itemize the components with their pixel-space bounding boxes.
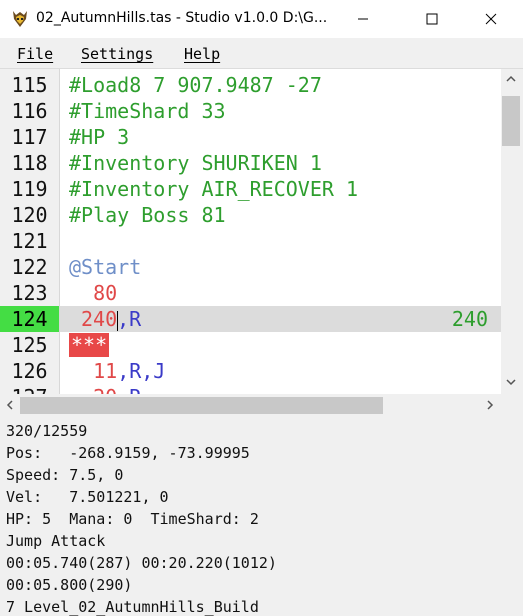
vertical-scroll-thumb[interactable]: [502, 96, 520, 146]
line-code: #Load8 7 907.9487 -27: [69, 73, 322, 97]
total-frames: 240: [451, 307, 488, 331]
minimize-button[interactable]: [340, 0, 386, 38]
horizontal-scroll-thumb[interactable]: [20, 397, 383, 414]
velocity-readout: Vel: 7.501221, 0: [6, 488, 169, 506]
frame-counter: 320/12559: [6, 422, 88, 440]
line-number: 123: [11, 281, 48, 305]
editor-line[interactable]: 122 @Start: [0, 254, 501, 280]
editor-line[interactable]: 120 #Play Boss 81: [0, 202, 501, 228]
line-number: 122: [11, 255, 48, 279]
line-number: 125: [11, 333, 48, 357]
frame-count: 11: [93, 359, 118, 383]
line-number: 116: [11, 99, 48, 123]
line-code: #HP 3: [69, 125, 130, 149]
menu-help[interactable]: Help: [184, 45, 220, 63]
player-state: Jump Attack: [6, 532, 106, 550]
editor-line[interactable]: 125 ***: [0, 332, 501, 358]
label-start: @Start: [69, 255, 142, 279]
status-panel: 320/12559 Pos: -268.9159, -73.99995 Spee…: [0, 418, 523, 616]
editor-line[interactable]: 115 #Load8 7 907.9487 -27: [0, 72, 501, 98]
editor-line[interactable]: 116 #TimeShard 33: [0, 98, 501, 124]
input-actions: ,R,J: [117, 359, 166, 383]
input-actions: ,R: [117, 385, 141, 394]
close-button[interactable]: [468, 0, 514, 38]
line-number: 115: [11, 73, 48, 97]
scroll-left-icon[interactable]: [5, 399, 15, 411]
line-number: 118: [11, 151, 48, 175]
editor-line[interactable]: 121: [0, 228, 501, 254]
line-number: 119: [11, 177, 48, 201]
menu-bar: File Settings Help: [0, 38, 523, 68]
maximize-icon: [426, 13, 438, 25]
line-code: #Inventory AIR_RECOVER 1: [69, 177, 358, 201]
editor-line[interactable]: 127 20,R: [0, 384, 501, 394]
minimize-icon: [358, 18, 368, 20]
editor-line[interactable]: 117 #HP 3: [0, 124, 501, 150]
scroll-up-icon[interactable]: [505, 74, 517, 84]
line-number: 117: [11, 125, 48, 149]
editor-line[interactable]: 119 #Inventory AIR_RECOVER 1: [0, 176, 501, 202]
timer-readout: 00:05.740(287) 00:20.220(1012): [6, 554, 277, 572]
scrollbar-corner: [501, 394, 523, 416]
menu-settings[interactable]: Settings: [81, 45, 153, 63]
position-readout: Pos: -268.9159, -73.99995: [6, 444, 250, 462]
code-editor[interactable]: 115 #Load8 7 907.9487 -27 116 #TimeShard…: [0, 69, 501, 394]
window-title: 02_AutumnHills.tas - Studio v1.0.0 D:\G.…: [36, 10, 328, 26]
line-number: 127: [0, 384, 59, 394]
line-number: 120: [11, 203, 48, 227]
scroll-down-icon[interactable]: [505, 377, 517, 387]
line-code: 240,R: [81, 306, 141, 332]
chapter-timer: 00:05.800(290): [6, 576, 133, 594]
editor-line[interactable]: 126 11,R,J: [0, 358, 501, 384]
scroll-right-icon[interactable]: [485, 399, 495, 411]
line-code: #Play Boss 81: [69, 203, 226, 227]
line-number: 126: [11, 359, 48, 383]
frame-count: 80: [93, 281, 118, 305]
line-code: ***: [69, 332, 110, 358]
stats-readout: HP: 5 Mana: 0 TimeShard: 2: [6, 510, 259, 528]
editor-line-current[interactable]: 124 240,R 240: [0, 306, 501, 332]
input-actions: ,R: [117, 307, 142, 331]
app-icon: [13, 11, 27, 27]
line-code: 20,R: [69, 384, 141, 394]
line-code: #Inventory SHURIKEN 1: [69, 151, 322, 175]
frame-count: 20: [93, 385, 117, 394]
line-code: 11,R,J: [69, 358, 165, 384]
maximize-button[interactable]: [409, 0, 455, 38]
line-number: 121: [11, 229, 48, 253]
line-code: 80: [69, 280, 117, 306]
title-bar[interactable]: 02_AutumnHills.tas - Studio v1.0.0 D:\G.…: [0, 0, 523, 38]
speed-readout: Speed: 7.5, 0: [6, 466, 124, 484]
studio-window: 02_AutumnHills.tas - Studio v1.0.0 D:\G.…: [0, 0, 523, 616]
editor-line[interactable]: 118 #Inventory SHURIKEN 1: [0, 150, 501, 176]
breakpoint-marker: ***: [69, 333, 110, 357]
line-code: #TimeShard 33: [69, 99, 226, 123]
menu-file[interactable]: File: [17, 45, 53, 63]
line-number-current: 124: [0, 306, 59, 332]
level-name: 7 Level_02_AutumnHills_Build: [6, 598, 259, 616]
close-icon: [485, 13, 497, 25]
editor-line[interactable]: 123 80: [0, 280, 501, 306]
frame-count: 240: [81, 307, 118, 331]
